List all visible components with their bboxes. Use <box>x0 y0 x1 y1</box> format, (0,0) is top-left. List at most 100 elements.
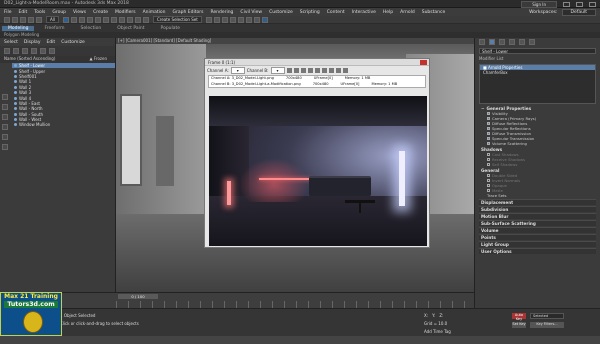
unlink-icon[interactable] <box>28 16 34 23</box>
checkbox-icon[interactable] <box>487 142 490 145</box>
visibility-icon[interactable] <box>14 80 17 84</box>
tab-modeling[interactable]: Modeling <box>2 25 35 31</box>
menu-animation[interactable]: Animation <box>143 10 166 15</box>
motion-tab-icon[interactable] <box>509 39 515 45</box>
tab-selection[interactable]: Selection <box>75 26 108 31</box>
rotate-icon[interactable] <box>102 16 109 23</box>
checkbox-icon[interactable] <box>487 127 490 130</box>
modify-tab-icon[interactable] <box>489 39 495 45</box>
visibility-icon[interactable] <box>14 96 17 100</box>
channel-a-dropdown[interactable]: ▾ <box>230 66 245 74</box>
checkbox-icon[interactable] <box>487 189 490 192</box>
move-icon[interactable] <box>94 16 101 23</box>
track-bar[interactable] <box>116 301 474 308</box>
lock-icon[interactable] <box>2 124 8 130</box>
mirror-icon[interactable] <box>205 16 212 23</box>
render-frame-icon[interactable] <box>253 16 260 23</box>
percent-snap-icon[interactable] <box>142 16 149 23</box>
rollout-displacement[interactable]: Displacement <box>479 199 596 205</box>
object-name-field[interactable]: Shelf - Lower <box>479 48 596 54</box>
menu-file[interactable]: File <box>4 10 12 15</box>
column-name-header[interactable]: Name (Sorted Ascending) <box>4 56 55 63</box>
sign-in-button[interactable]: Sign In <box>521 1 557 8</box>
key-mode-dropdown[interactable]: Selected <box>530 313 564 319</box>
layers-icon[interactable] <box>2 144 8 150</box>
checkbox-icon[interactable] <box>487 158 490 161</box>
filter-geometry-icon[interactable] <box>4 48 10 54</box>
visibility-icon[interactable] <box>14 101 17 105</box>
workspace-dropdown[interactable]: Default <box>561 8 596 16</box>
channel-b-dropdown[interactable]: ▾ <box>270 66 285 74</box>
checkbox-icon[interactable] <box>487 174 490 177</box>
scene-object-row[interactable]: Window Mullion <box>14 122 115 127</box>
rollout-motion-blur[interactable]: Motion Blur <box>479 213 596 219</box>
rollout-light-group[interactable]: Light Group <box>479 241 596 247</box>
frame-buffer-titlebar[interactable]: Frame 0 (1:1) <box>205 59 429 66</box>
layer-icon[interactable] <box>221 16 228 23</box>
menu-interactive[interactable]: Interactive <box>352 10 376 15</box>
add-time-tag[interactable]: Add Time Tag <box>424 329 451 334</box>
menu-modifiers[interactable]: Modifiers <box>115 10 136 15</box>
compare-icon[interactable] <box>286 67 292 73</box>
time-slider[interactable]: 0 / 100 <box>118 294 158 299</box>
maximize-icon[interactable] <box>576 2 583 7</box>
visibility-icon[interactable] <box>14 123 17 127</box>
close-icon[interactable] <box>589 2 596 7</box>
material-editor-icon[interactable] <box>237 16 244 23</box>
angle-snap-icon[interactable] <box>134 16 141 23</box>
tab-freeform[interactable]: Freeform <box>38 26 70 31</box>
selection-filter-dropdown[interactable]: All <box>46 16 59 23</box>
link-icon[interactable] <box>20 16 26 23</box>
visibility-icon[interactable] <box>14 69 17 73</box>
explorer-tab-select[interactable]: Select <box>4 40 18 45</box>
display-none-icon[interactable] <box>2 94 8 100</box>
last-frame-icon[interactable] <box>335 67 341 73</box>
redo-icon[interactable] <box>12 16 18 23</box>
viewport-label[interactable]: [+] [Camera001] [Standard] [Default Shad… <box>118 38 211 43</box>
split-vertical-icon[interactable] <box>300 67 306 73</box>
menu-civil-view[interactable]: Civil View <box>240 10 262 15</box>
menu-create[interactable]: Create <box>93 10 108 15</box>
render-icon[interactable] <box>261 16 268 23</box>
key-filters-button[interactable]: Key Filters... <box>530 322 564 328</box>
y-coord-label[interactable]: Y: <box>432 313 435 318</box>
visibility-icon[interactable] <box>14 91 17 95</box>
rollout-sss[interactable]: Sub-Surface Scattering <box>479 220 596 226</box>
set-key-button[interactable]: Set Key <box>512 322 526 328</box>
menu-substance[interactable]: Substance <box>422 10 446 15</box>
menu-help[interactable]: Help <box>383 10 393 15</box>
minimize-icon[interactable] <box>563 2 570 7</box>
hierarchy-tab-icon[interactable] <box>499 39 505 45</box>
auto-key-button[interactable]: Auto Key <box>512 313 526 321</box>
menu-views[interactable]: Views <box>73 10 86 15</box>
stack-item[interactable]: ChamferBox <box>480 70 595 75</box>
prev-frame-icon[interactable] <box>314 67 320 73</box>
checkbox-icon[interactable] <box>487 137 490 140</box>
visibility-icon[interactable] <box>14 107 17 111</box>
tab-populate[interactable]: Populate <box>155 26 187 31</box>
window-crossing-icon[interactable] <box>86 16 93 23</box>
rollout-subdivision[interactable]: Subdivision <box>479 206 596 212</box>
frame-buffer-window[interactable]: Frame 0 (1:1) Channel A: ▾ Channel B: ▾ … <box>204 58 430 248</box>
menu-rendering[interactable]: Rendering <box>210 10 233 15</box>
explorer-tab-display[interactable]: Display <box>24 40 41 45</box>
utilities-tab-icon[interactable] <box>529 39 535 45</box>
checkbox-icon[interactable] <box>487 153 490 156</box>
filter-lights-icon[interactable] <box>22 48 28 54</box>
menu-arnold[interactable]: Arnold <box>400 10 415 15</box>
menu-tools[interactable]: Tools <box>34 10 45 15</box>
menu-customize[interactable]: Customize <box>269 10 293 15</box>
checkbox-icon[interactable] <box>487 112 490 115</box>
menu-edit[interactable]: Edit <box>19 10 28 15</box>
checkbox-icon[interactable] <box>487 163 490 166</box>
display-all-icon[interactable] <box>2 104 8 110</box>
checkbox-icon[interactable] <box>487 179 490 182</box>
split-horizontal-icon[interactable] <box>293 67 299 73</box>
select-object-icon[interactable] <box>62 16 69 23</box>
align-icon[interactable] <box>213 16 220 23</box>
modifier-list-dropdown[interactable]: Modifier List <box>479 56 596 62</box>
rollout-points[interactable]: Points <box>479 234 596 240</box>
menu-graph-editors[interactable]: Graph Editors <box>173 10 204 15</box>
filter-shapes-icon[interactable] <box>13 48 19 54</box>
visibility-icon[interactable] <box>14 85 17 89</box>
